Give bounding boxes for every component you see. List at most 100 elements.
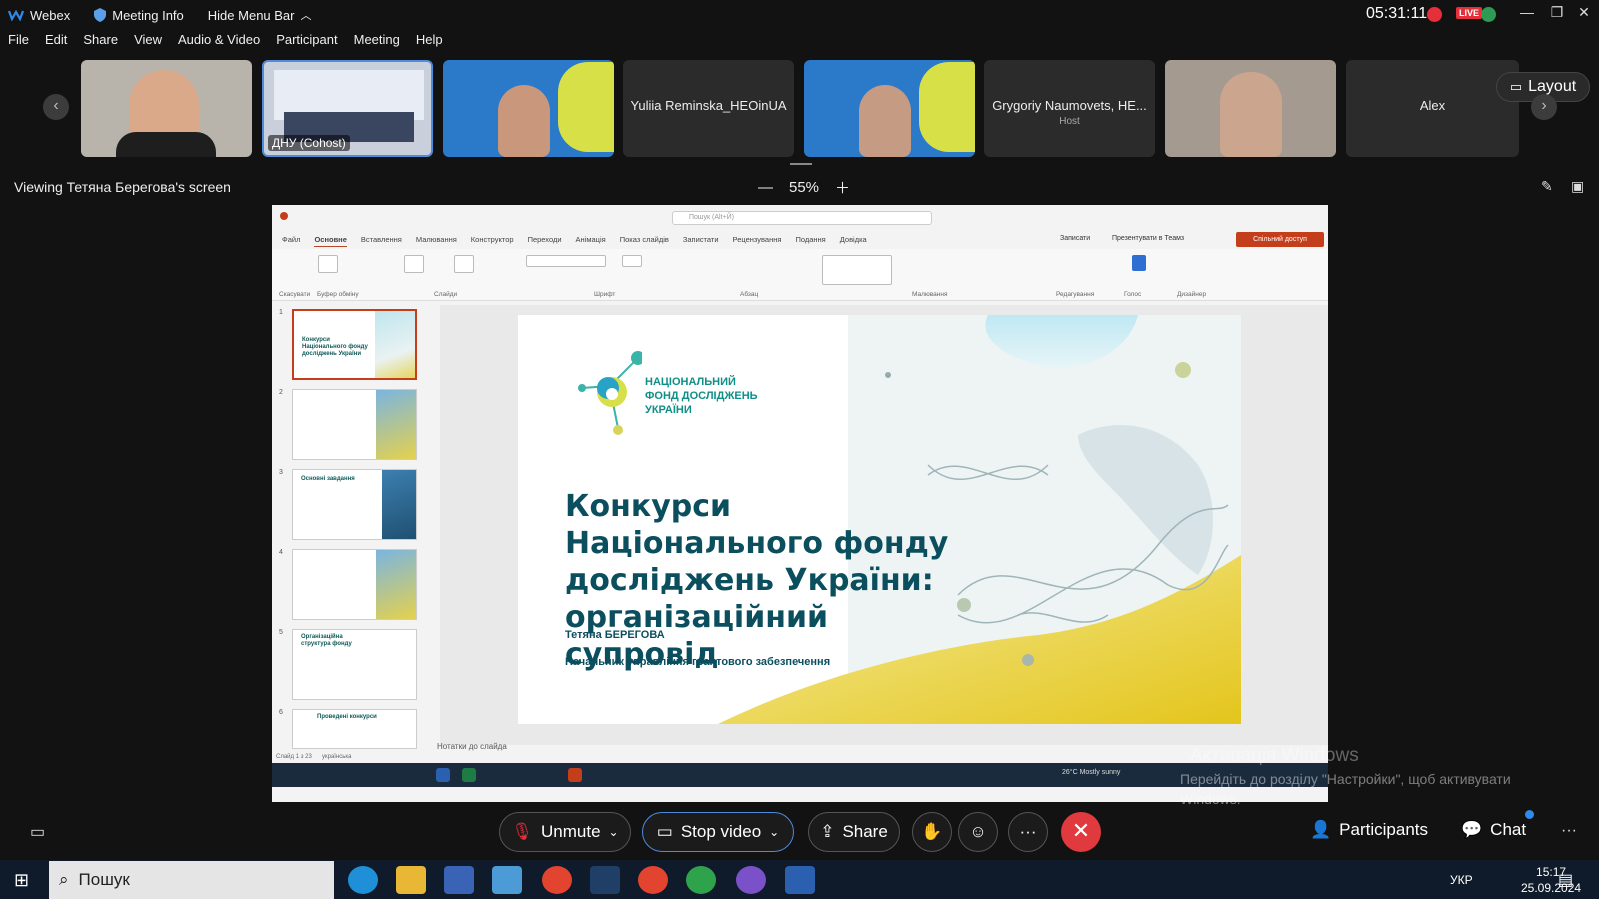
slide-thumbnail[interactable]: Організаційна структура фонду	[292, 629, 417, 700]
tab-insert[interactable]: Вставлення	[361, 235, 402, 247]
participant-video	[498, 85, 550, 157]
ribbon-group-drawing: Малювання	[912, 291, 948, 298]
presenter-excel-icon	[462, 768, 476, 782]
resize-handle[interactable]	[790, 163, 812, 165]
strip-next-button[interactable]: ›	[1531, 94, 1557, 120]
chrome-profile-icon[interactable]	[638, 866, 668, 894]
menu-file[interactable]: File	[8, 32, 29, 54]
tab-view[interactable]: Подання	[795, 235, 825, 247]
participant-tile[interactable]	[1165, 60, 1336, 157]
participants-button[interactable]: 👤 Participants	[1310, 820, 1428, 840]
font-name-input[interactable]	[526, 255, 606, 267]
logo-line: НАЦІОНАЛЬНИЙ	[645, 376, 736, 388]
tab-home[interactable]: Основне	[314, 235, 347, 247]
hand-icon: ✋	[921, 822, 943, 841]
participant-tile[interactable]: Yuliia Reminska_HEOinUA	[623, 60, 794, 157]
menu-audio-video[interactable]: Audio & Video	[178, 32, 260, 54]
participant-tile[interactable]	[81, 60, 252, 157]
captions-icon[interactable]: ▭	[30, 822, 45, 842]
menu-share[interactable]: Share	[83, 32, 118, 54]
participant-tile[interactable]: Alex	[1346, 60, 1519, 157]
slide-thumbnail[interactable]: Проведені конкурси	[292, 709, 417, 749]
dictate-button[interactable]	[1132, 255, 1146, 271]
menu-participant[interactable]: Participant	[276, 32, 337, 54]
unmute-label: Unmute	[541, 822, 601, 841]
reuse-slides-button[interactable]	[454, 255, 474, 273]
zoom-in-button[interactable]: ＋	[835, 177, 850, 198]
file-explorer-icon[interactable]	[396, 866, 426, 894]
annotate-icon[interactable]: ✎	[1541, 178, 1553, 195]
close-icon: ✕	[1071, 818, 1091, 843]
zoom-out-button[interactable]: —	[758, 179, 773, 196]
shapes-gallery[interactable]	[822, 255, 892, 285]
participant-tile-host[interactable]: Grygoriy Naumovets, HE... Host	[984, 60, 1155, 157]
slide-author: Тетяна БЕРЕГОВА	[565, 629, 665, 641]
menu-view[interactable]: View	[134, 32, 162, 54]
tab-review[interactable]: Рецензування	[733, 235, 782, 247]
tab-slideshow[interactable]: Показ слайдів	[620, 235, 669, 247]
chrome-profile2-icon[interactable]	[686, 866, 716, 894]
tab-draw[interactable]: Малювання	[416, 235, 457, 247]
more-panels-icon[interactable]: ···	[1561, 822, 1577, 840]
strip-prev-button[interactable]: ‹	[43, 94, 69, 120]
paste-button[interactable]	[318, 255, 338, 273]
close-button[interactable]: ✕	[1569, 4, 1599, 24]
participant-tile-cohost[interactable]: ДНУ (Cohost)	[262, 60, 433, 157]
new-slide-button[interactable]	[404, 255, 424, 273]
ppt-share-button[interactable]: Спільний доступ	[1236, 232, 1324, 247]
input-language[interactable]: УКР	[1450, 873, 1473, 887]
restore-button[interactable]: ❐	[1542, 4, 1572, 24]
taskbar-search-input[interactable]: ⌕ Пошук	[49, 861, 334, 899]
video-camera-icon: ▭	[656, 822, 673, 841]
tab-design[interactable]: Конструктор	[471, 235, 514, 247]
tab-record[interactable]: Запистати	[683, 235, 719, 247]
slide-thumbnail[interactable]	[292, 549, 417, 620]
reactions-button[interactable]: ☺	[958, 812, 998, 852]
save-app-icon[interactable]	[444, 866, 474, 894]
chrome-icon[interactable]	[542, 866, 572, 894]
tab-help[interactable]: Довідка	[840, 235, 867, 247]
menu-meeting[interactable]: Meeting	[354, 32, 400, 54]
ribbon-group-voice: Голос	[1124, 291, 1142, 298]
windows-start-icon[interactable]: ⊞	[14, 870, 29, 891]
slide-thumbnail[interactable]: Конкурси Національного фонду досліджень …	[292, 309, 417, 380]
menu-edit[interactable]: Edit	[45, 32, 67, 54]
layout-label: Layout	[1528, 78, 1577, 95]
screen-options-icon[interactable]: ▣	[1571, 178, 1584, 195]
more-options-button[interactable]: ···	[1008, 812, 1048, 852]
stop-video-button[interactable]: ▭ Stop video ⌄	[642, 812, 794, 852]
menu-help[interactable]: Help	[416, 32, 443, 54]
notes-label[interactable]: Нотатки до слайда	[437, 742, 507, 751]
slide-thumbnail[interactable]: Основні завдання	[292, 469, 417, 540]
edge-icon[interactable]	[348, 866, 378, 894]
minimize-button[interactable]: —	[1512, 4, 1542, 24]
slide-thumbnail[interactable]	[292, 389, 417, 460]
notes-app-icon[interactable]	[492, 866, 522, 894]
notifications-icon[interactable]: ▤	[1558, 870, 1573, 890]
viber-icon[interactable]	[736, 866, 766, 894]
word-icon[interactable]	[785, 866, 815, 894]
record-button[interactable]: Записати	[1060, 235, 1090, 242]
tab-animations[interactable]: Анімація	[576, 235, 606, 247]
chat-button[interactable]: 💬 Chat	[1461, 820, 1526, 840]
ppt-ribbon: Скасувати Буфер обміну Слайди Шрифт Абза…	[272, 249, 1328, 301]
tab-file[interactable]: Файл	[282, 235, 300, 247]
shared-screen[interactable]: Пошук (Alt+Й) Файл Основне Вставлення Ма…	[272, 205, 1328, 802]
participant-tile[interactable]	[443, 60, 614, 157]
unmute-button[interactable]: 🎙 Unmute ⌄	[499, 812, 631, 852]
current-slide[interactable]: НАЦІОНАЛЬНИЙ ФОНД ДОСЛІДЖЕНЬ УКРАЇНИ Конку…	[518, 315, 1241, 724]
webex-app-label[interactable]: Webex	[8, 8, 70, 23]
tab-transitions[interactable]: Переходи	[528, 235, 562, 247]
webex-taskbar-icon[interactable]	[590, 866, 620, 894]
hide-menu-bar-button[interactable]: Hide Menu Bar ︿	[208, 7, 312, 23]
share-button[interactable]: ⇪ Share	[808, 812, 900, 852]
meeting-info-button[interactable]: Meeting Info	[94, 8, 184, 23]
leave-meeting-button[interactable]: ✕	[1061, 812, 1101, 852]
raise-hand-button[interactable]: ✋	[912, 812, 952, 852]
participant-tile[interactable]	[804, 60, 975, 157]
ppt-search-input[interactable]: Пошук (Alt+Й)	[672, 211, 932, 225]
webex-logo-icon	[8, 9, 24, 21]
chat-bubble-icon: 💬	[1461, 820, 1483, 839]
present-teams-button[interactable]: Презентувати в Теамз	[1112, 235, 1184, 242]
font-size-input[interactable]	[622, 255, 642, 267]
